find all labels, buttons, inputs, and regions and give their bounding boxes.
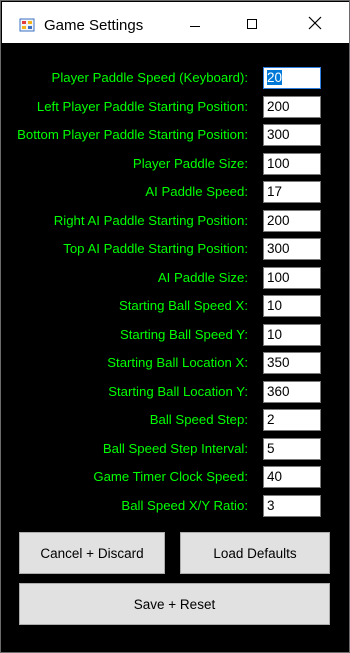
field-input[interactable]: 5 [263,437,321,460]
field-value: 100 [267,269,290,285]
field-input[interactable]: 350 [263,352,321,374]
save-reset-button[interactable]: Save + Reset [19,583,330,625]
field-input[interactable]: 2 [263,409,321,431]
cancel-discard-button[interactable]: Cancel + Discard [19,532,165,574]
field-label: Starting Ball Location X: [107,355,248,370]
field-label: AI Paddle Speed: [145,184,248,199]
field-value: 200 [267,212,290,228]
field-input[interactable]: 100 [263,266,321,289]
field-input[interactable]: 10 [263,295,321,317]
field-input[interactable]: 360 [263,380,321,403]
field-value: 300 [267,241,290,256]
field-value: 17 [267,184,283,199]
app-icon [19,18,35,32]
close-button[interactable] [283,2,349,43]
minimize-button[interactable] [168,2,226,43]
field-label: Player Paddle Size: [132,155,248,171]
minimize-icon [190,26,200,27]
field-label: Right AI Paddle Starting Position: [53,212,248,228]
field-value: 10 [267,298,283,313]
field-input[interactable]: 200 [263,95,321,118]
window-title: Game Settings [44,17,144,34]
field-input[interactable]: 200 [263,209,321,232]
field-value: 350 [267,355,290,370]
load-defaults-button[interactable]: Load Defaults [180,532,330,574]
field-input[interactable]: 20 [263,67,321,89]
field-value: 3 [267,497,275,513]
field-value: 5 [267,440,275,456]
field-input[interactable]: 300 [263,124,321,146]
field-value: 20 [267,70,283,85]
field-label: Left Player Paddle Starting Position: [36,98,248,114]
field-value: 40 [267,469,283,484]
field-input[interactable]: 100 [263,152,321,175]
field-label: Top AI Paddle Starting Position: [63,241,248,256]
field-value: 200 [267,98,290,114]
settings-form: Player Paddle Speed (Keyboard): 20 Left Pl… [9,44,342,644]
field-input[interactable]: 300 [263,238,321,260]
field-label: AI Paddle Size: [157,269,248,285]
title-bar[interactable]: Game Settings [2,2,349,43]
field-value: 300 [267,127,290,142]
field-label: Ball Speed Step Interval: [102,440,248,456]
field-label: Ball Speed X/Y Ratio: [121,497,248,513]
field-input[interactable]: 40 [263,466,321,488]
maximize-button[interactable] [225,2,283,43]
field-value: 100 [267,155,290,171]
field-label: Player Paddle Speed (Keyboard): [51,70,248,85]
settings-window: Game Settings Player Paddle Speed (Keybo… [0,0,350,653]
field-label: Ball Speed Step: [149,412,248,427]
field-label: Bottom Player Paddle Starting Position: [17,127,248,142]
field-value: 2 [267,412,275,427]
field-input[interactable]: 3 [263,494,321,517]
close-icon [308,16,322,30]
field-value: 10 [267,326,283,342]
field-label: Starting Ball Speed Y: [119,326,248,342]
field-input[interactable]: 10 [263,323,321,346]
field-label: Starting Ball Location Y: [108,383,248,399]
field-value: 360 [267,383,290,399]
field-label: Starting Ball Speed X: [118,298,248,313]
field-input[interactable]: 17 [263,181,321,203]
field-label: Game Timer Clock Speed: [93,469,248,484]
maximize-icon [247,19,257,29]
